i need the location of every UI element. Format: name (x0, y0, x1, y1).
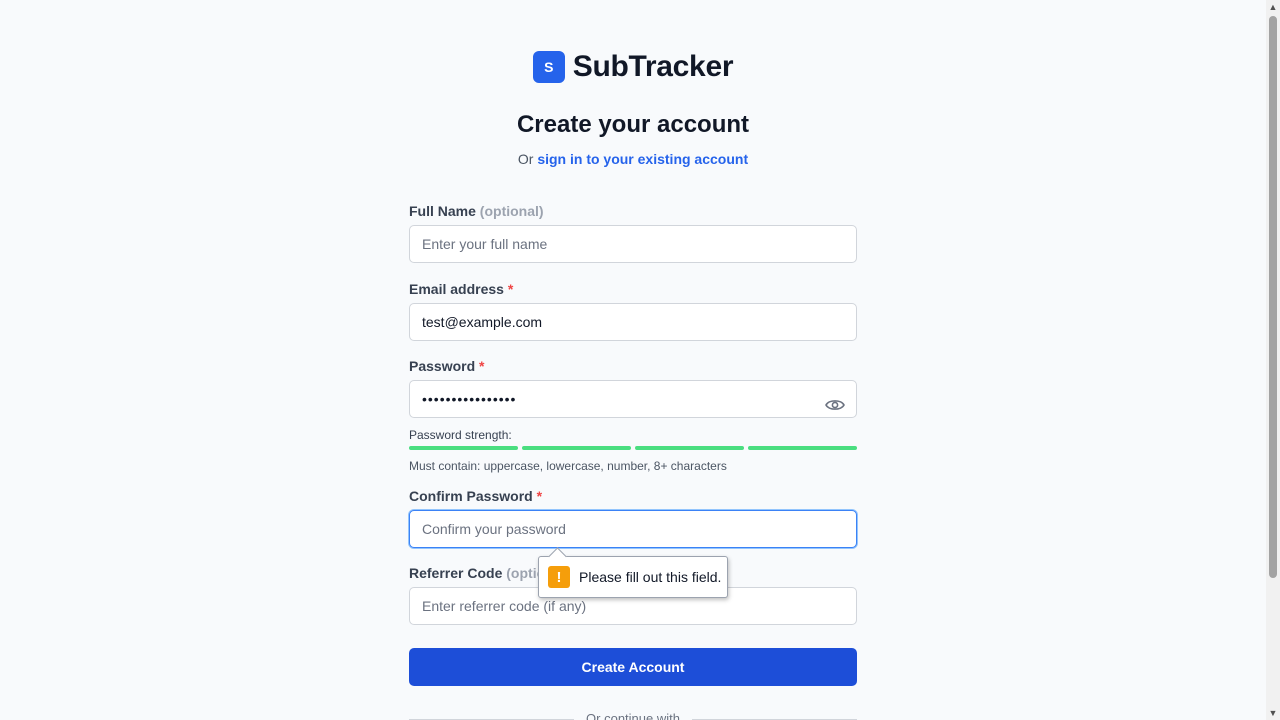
strength-segment (522, 446, 631, 450)
required-mark: * (507, 281, 514, 297)
validation-message: Please fill out this field. (579, 569, 722, 585)
page-title: Create your account (516, 111, 750, 138)
scroll-thumb[interactable] (1269, 16, 1277, 578)
brand-name: SubTracker (572, 50, 734, 83)
strength-segment (748, 446, 857, 450)
full-name-label-text: Full Name (409, 203, 476, 219)
optional-tag: (optional) (479, 203, 544, 219)
page-subtitle: Or sign in to your existing account (0, 151, 1266, 167)
logo-icon: S (532, 51, 565, 83)
subtitle-prefix: Or (517, 151, 534, 167)
scroll-up-arrow-icon[interactable]: ▲ (1266, 0, 1280, 14)
full-name-field: Full Name (optional) (409, 203, 857, 263)
warning-icon: ! (548, 566, 570, 588)
password-label: Password * (409, 358, 857, 374)
eye-icon[interactable] (825, 397, 845, 413)
password-label-text: Password (409, 358, 476, 374)
required-mark: * (479, 358, 485, 374)
scroll-down-arrow-icon[interactable]: ▼ (1266, 706, 1280, 720)
full-name-label: Full Name (optional) (409, 203, 857, 219)
signup-page: S SubTracker Create your account Or sign… (0, 0, 1266, 720)
create-account-button[interactable]: Create Account (409, 648, 857, 686)
strength-segment (409, 446, 518, 450)
email-field: Email address * (409, 281, 857, 341)
password-strength-meter (409, 446, 857, 450)
confirm-password-field: Confirm Password * (409, 488, 857, 548)
email-label-text: Email address (409, 281, 504, 297)
password-input-wrap (409, 380, 857, 418)
password-field: Password * Password strength: Must (409, 358, 857, 473)
sign-in-link[interactable]: sign in to your existing account (537, 151, 748, 167)
vertical-scrollbar[interactable]: ▲ ▼ (1266, 0, 1280, 720)
password-input[interactable] (409, 380, 857, 418)
referrer-label-text: Referrer Code (409, 565, 503, 581)
validation-tooltip: ! Please fill out this field. (538, 556, 728, 598)
full-name-input[interactable] (409, 225, 857, 263)
required-mark: * (536, 488, 543, 504)
confirm-password-input[interactable] (409, 510, 857, 548)
confirm-password-label-text: Confirm Password (409, 488, 533, 504)
email-label: Email address * (409, 281, 857, 297)
strength-segment (635, 446, 744, 450)
confirm-password-label: Confirm Password * (409, 488, 857, 504)
social-divider: Or continue with (409, 711, 857, 720)
email-input[interactable] (409, 303, 857, 341)
brand: S SubTracker (0, 50, 1266, 84)
password-strength-label: Password strength: (409, 428, 512, 442)
password-hint: Must contain: uppercase, lowercase, numb… (409, 459, 727, 473)
